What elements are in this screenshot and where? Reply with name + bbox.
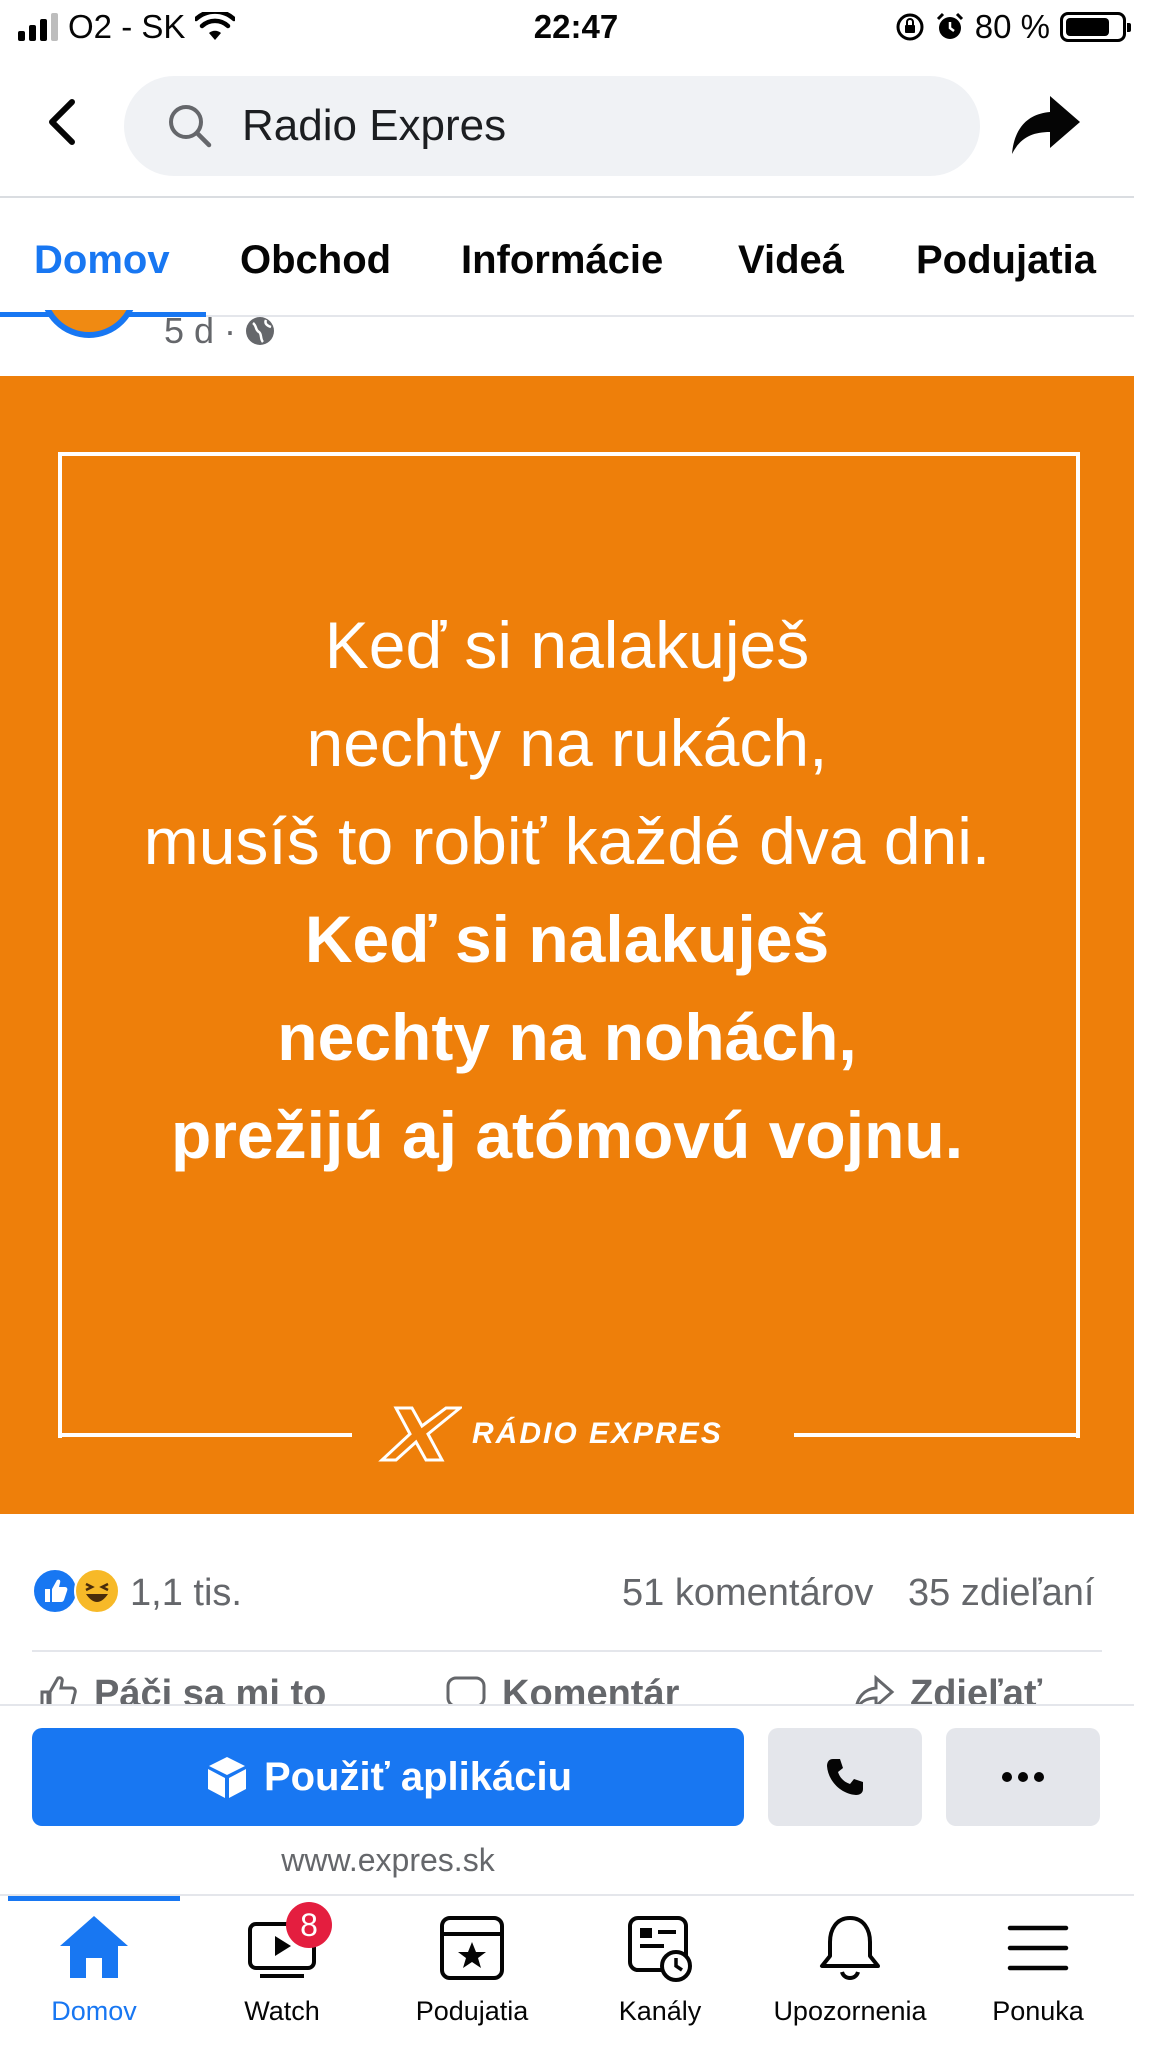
battery-percent: 80 % xyxy=(974,8,1050,45)
quote-line: prežijú aj atómovú vojnu. xyxy=(170,1098,964,1172)
quote-bold: Keď si nalakuješ nechty na nohách, preži… xyxy=(0,890,1134,1184)
quote-line: Keď si nalakuješ xyxy=(324,608,810,682)
nav-upozornenia[interactable]: Upozornenia xyxy=(760,1910,940,2048)
phone-icon xyxy=(827,1759,863,1795)
post-image[interactable]: Keď si nalakuješ nechty na rukách, musíš… xyxy=(0,376,1134,1514)
tab-podujatia[interactable]: Podujatia xyxy=(916,238,1096,283)
bottom-nav: Domov 8 Watch Podujatia Kanály Upozornen… xyxy=(0,1894,1134,2048)
share-button[interactable]: Zdieľať xyxy=(852,1672,1042,1704)
quote-line: Keď si nalakuješ xyxy=(304,902,830,976)
post-time: 5 d · xyxy=(164,310,237,351)
post-timestamp[interactable]: 5 d · xyxy=(164,310,276,352)
battery-icon xyxy=(1060,12,1131,42)
quote-line: nechty na rukách, xyxy=(306,706,828,780)
cube-icon xyxy=(207,1757,246,1798)
more-icon xyxy=(1002,1772,1044,1782)
reactions-divider xyxy=(32,1650,1102,1652)
search-input[interactable]: Radio Expres xyxy=(124,76,980,176)
like-reaction-icon xyxy=(32,1568,78,1614)
nav-label: Domov xyxy=(51,1996,137,2026)
watch-badge: 8 xyxy=(286,1902,332,1948)
home-icon xyxy=(60,1916,128,1978)
share-label: Zdieľať xyxy=(910,1672,1043,1705)
status-bar: O2 - SK 22:47 80 % xyxy=(0,0,1152,56)
shares-count[interactable]: 35 zdieľaní xyxy=(908,1572,1094,1615)
menu-icon xyxy=(1007,1925,1069,1971)
globe-icon xyxy=(246,317,275,345)
nav-ponuka[interactable]: Ponuka xyxy=(948,1910,1128,2048)
nav-label: Podujatia xyxy=(415,1996,529,2026)
quote-line: musíš to robiť každé dva dni. xyxy=(143,804,991,878)
watch-icon: 8 xyxy=(244,1902,332,1986)
call-button[interactable] xyxy=(768,1728,922,1826)
back-button[interactable] xyxy=(36,94,92,150)
comment-label: Komentár xyxy=(502,1672,680,1705)
comments-count[interactable]: 51 komentárov xyxy=(622,1572,873,1615)
nav-label: Kanály xyxy=(618,1996,702,2026)
nav-label: Ponuka xyxy=(992,1996,1084,2026)
website-link[interactable]: www.expres.sk xyxy=(0,1842,776,1879)
thumbs-up-icon xyxy=(40,1676,77,1704)
frame-bottom-right xyxy=(794,1433,1080,1437)
search-icon xyxy=(169,105,212,148)
nav-label: Upozornenia xyxy=(773,1996,927,2026)
rotation-lock-icon xyxy=(896,13,924,41)
tab-videa[interactable]: Videá xyxy=(738,238,844,283)
quote-light: Keď si nalakuješ nechty na rukách, musíš… xyxy=(0,596,1134,890)
share-arrow-icon[interactable] xyxy=(1008,90,1084,160)
like-button[interactable]: Páči sa mi to xyxy=(36,1672,326,1704)
tab-informacie[interactable]: Informácie xyxy=(461,238,663,283)
alarm-icon xyxy=(936,12,963,39)
like-label: Páči sa mi to xyxy=(94,1672,327,1705)
facebook-page-view: O2 - SK 22:47 80 % Radio Expres Domov Ob… xyxy=(0,0,1152,2048)
post-header: 5 d · xyxy=(0,310,1134,376)
cta-panel: Použiť aplikáciu www.expres.sk xyxy=(0,1704,1134,1894)
comment-icon xyxy=(446,1676,486,1704)
frame-bottom-left xyxy=(58,1433,352,1437)
status-right: 80 % xyxy=(895,8,1131,46)
reaction-icons[interactable] xyxy=(32,1568,124,1616)
nav-watch[interactable]: 8 Watch xyxy=(192,1902,372,2048)
haha-reaction-icon xyxy=(74,1568,120,1614)
reactions-row: 1,1 tis. 51 komentárov 35 zdieľaní xyxy=(0,1568,1134,1632)
nav-domov[interactable]: Domov xyxy=(4,1910,184,2048)
use-app-label: Použiť aplikáciu xyxy=(263,1754,573,1799)
feeds-icon xyxy=(628,1916,692,1982)
search-header: Radio Expres xyxy=(0,56,1134,196)
page-avatar[interactable] xyxy=(40,310,138,338)
nav-label: Watch xyxy=(244,1996,320,2026)
more-options-button[interactable] xyxy=(946,1728,1100,1826)
quote-line: nechty na nohách, xyxy=(277,1000,857,1074)
bell-icon xyxy=(820,1916,880,1980)
share-icon xyxy=(855,1674,895,1704)
search-query: Radio Expres xyxy=(242,101,507,150)
tab-domov[interactable]: Domov xyxy=(34,238,170,283)
use-app-button[interactable]: Použiť aplikáciu xyxy=(32,1728,744,1826)
events-icon xyxy=(440,1916,504,1980)
x-logo-icon xyxy=(378,1406,462,1462)
radio-expres-logo: RÁDIO EXPRES xyxy=(372,1402,772,1466)
nav-podujatia[interactable]: Podujatia xyxy=(382,1910,562,2048)
nav-active-indicator xyxy=(8,1896,180,1901)
tab-obchod[interactable]: Obchod xyxy=(240,238,391,283)
comment-button[interactable]: Komentár xyxy=(444,1672,679,1704)
post-actions: Páči sa mi to Komentár Zdieľať xyxy=(0,1666,1134,1704)
reactions-count[interactable]: 1,1 tis. xyxy=(130,1572,242,1615)
brand-name: RÁDIO EXPRES xyxy=(472,1417,723,1450)
nav-kanaly[interactable]: Kanály xyxy=(570,1910,750,2048)
page-tabs: Domov Obchod Informácie Videá Podujatia xyxy=(0,198,1134,316)
